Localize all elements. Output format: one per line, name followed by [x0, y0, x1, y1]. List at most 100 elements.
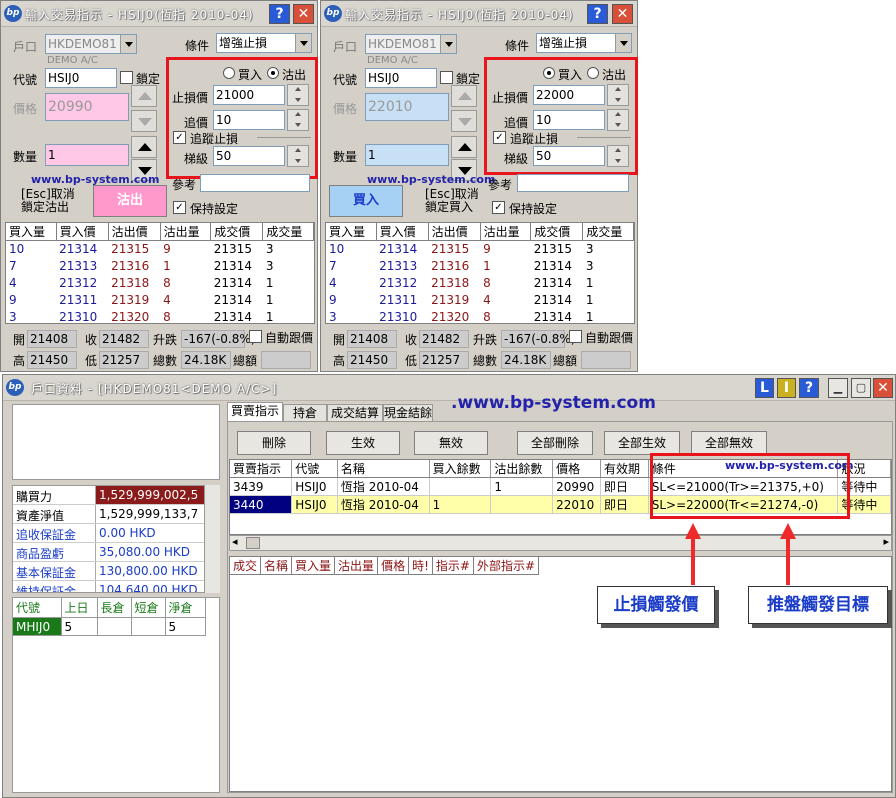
order-header[interactable]: 名稱 — [337, 460, 430, 478]
depth-header[interactable]: 成交價 — [210, 223, 264, 241]
position-header[interactable]: 代號 — [13, 598, 62, 618]
table-row[interactable]: 7 21313 21316 1 21314 3 — [6, 258, 314, 275]
table-row[interactable]: 9 21311 21319 4 21314 1 — [6, 292, 314, 309]
account-select[interactable]: HKDEMO81 — [45, 34, 137, 54]
table-row[interactable]: 9 21311 21319 4 21314 1 — [326, 292, 634, 309]
close-button[interactable]: ✕ — [293, 4, 314, 24]
order-header[interactable]: 有效期 — [600, 460, 649, 478]
help-button[interactable]: ? — [799, 378, 819, 398]
order-header[interactable]: 價格 — [552, 460, 601, 478]
position-header[interactable]: 上日 — [61, 598, 98, 618]
trade-header[interactable]: 外部指示# — [473, 557, 540, 575]
tab-3[interactable]: 現金結餘 — [383, 404, 433, 422]
qty-up-button[interactable] — [131, 136, 157, 158]
qty-up-button[interactable] — [451, 136, 477, 158]
action-button-1[interactable]: 生效 — [326, 431, 400, 455]
condition-select[interactable]: 增強止損 — [216, 33, 312, 53]
auto-follow-checkbox[interactable] — [569, 330, 582, 343]
help-button[interactable]: ? — [587, 4, 608, 24]
l-button[interactable]: L — [755, 378, 774, 398]
trade-header[interactable]: 成交 — [230, 557, 262, 575]
condition-select[interactable]: 增強止損 — [536, 33, 632, 53]
tab-2[interactable]: 成交結算 — [327, 404, 383, 422]
position-cell[interactable]: MHIJ0 — [13, 617, 62, 636]
price-input[interactable]: 20990 — [45, 93, 129, 121]
depth-header[interactable]: 成交價 — [530, 223, 584, 241]
table-row[interactable]: 3 21310 21320 8 21314 1 — [6, 309, 314, 326]
title-bar[interactable]: bp 輸入交易指示 - HSIJ0(恆指 2010-04) ? ✕ — [321, 1, 637, 27]
minimize-button[interactable]: ▁ — [828, 378, 848, 398]
qty-input[interactable]: 1 — [45, 144, 129, 166]
action-button-4[interactable]: 全部生效 — [604, 431, 680, 455]
trade-header[interactable]: 指示# — [432, 557, 474, 575]
price-up-button[interactable] — [451, 85, 477, 107]
table-row[interactable]: 4 21312 21318 8 21314 1 — [326, 275, 634, 292]
price-down-button[interactable] — [131, 110, 157, 132]
order-header[interactable]: 沽出餘數 — [490, 460, 554, 478]
depth-header[interactable]: 沽出價 — [108, 223, 161, 241]
keep-checkbox[interactable]: ✓ — [173, 201, 186, 214]
trade-header[interactable]: 價格 — [377, 557, 410, 575]
position-header[interactable]: 短倉 — [131, 598, 166, 618]
ref-input[interactable] — [517, 174, 629, 192]
position-header[interactable]: 淨倉 — [165, 598, 206, 618]
order-header[interactable]: 買賣指示 — [230, 460, 293, 478]
table-row[interactable]: 3 21310 21320 8 21314 1 — [326, 309, 634, 326]
buy-button[interactable]: 買入 — [329, 185, 403, 217]
qty-input[interactable]: 1 — [365, 144, 449, 166]
i-button[interactable]: I — [777, 378, 796, 398]
trade-header[interactable]: 名稱 — [260, 557, 293, 575]
scroll-thumb[interactable] — [246, 537, 260, 549]
info-value: 1,529,999,133,7 — [95, 505, 205, 523]
depth-header[interactable]: 買入價 — [56, 223, 109, 241]
depth-header[interactable]: 成交量 — [582, 223, 634, 241]
table-row[interactable]: 4 21312 21318 8 21314 1 — [6, 275, 314, 292]
action-button-2[interactable]: 無效 — [414, 431, 488, 455]
chevron-left-icon[interactable]: ◂ — [232, 535, 238, 548]
depth-header[interactable]: 買入價 — [376, 223, 429, 241]
trade-header[interactable]: 買入量 — [291, 557, 336, 575]
title-bar[interactable]: bp 戶口資料 - [HKDEMO81<DEMO A/C>] L I ? ▁ ▢… — [3, 375, 895, 401]
title-bar[interactable]: bp 輸入交易指示 - HSIJ0(恆指 2010-04) ? ✕ — [1, 1, 317, 27]
depth-header[interactable]: 買入量 — [326, 223, 377, 241]
trade-header[interactable]: 時! — [408, 557, 433, 575]
help-button[interactable]: ? — [269, 4, 290, 24]
depth-header[interactable]: 成交量 — [262, 223, 314, 241]
code-input[interactable]: HSIJ0 — [365, 68, 437, 88]
price-up-button[interactable] — [131, 85, 157, 107]
chevron-right-icon[interactable]: ▸ — [883, 535, 889, 548]
close-button[interactable]: ✕ — [612, 4, 633, 24]
maximize-button[interactable]: ▢ — [851, 378, 871, 398]
trade-header[interactable]: 沽出量 — [334, 557, 379, 575]
account-select[interactable]: HKDEMO81 — [365, 34, 457, 54]
ref-label: 參考 — [172, 178, 197, 192]
tab-0[interactable]: 買賣指示 — [227, 402, 283, 422]
price-down-button[interactable] — [451, 110, 477, 132]
info-scrollbar[interactable] — [204, 485, 220, 593]
ref-input[interactable] — [200, 174, 310, 192]
action-button-3[interactable]: 全部刪除 — [517, 431, 593, 455]
depth-header[interactable]: 沽出量 — [160, 223, 212, 241]
table-row[interactable]: 10 21314 21315 9 21315 3 — [6, 241, 314, 258]
lock-checkbox[interactable] — [120, 71, 133, 84]
table-row[interactable]: 7 21313 21316 1 21314 3 — [326, 258, 634, 275]
close-button[interactable]: ✕ — [873, 378, 893, 398]
sell-button[interactable]: 沽出 — [93, 185, 167, 217]
auto-follow-checkbox[interactable] — [249, 330, 262, 343]
lock-checkbox[interactable] — [440, 71, 453, 84]
position-header[interactable]: 長倉 — [97, 598, 132, 618]
depth-header[interactable]: 沽出量 — [480, 223, 532, 241]
order-header[interactable]: 代號 — [291, 460, 338, 478]
keep-checkbox[interactable]: ✓ — [492, 201, 505, 214]
keep-label: 保持設定 — [509, 202, 558, 216]
tab-1[interactable]: 持倉 — [283, 404, 327, 422]
action-button-5[interactable]: 全部無效 — [691, 431, 767, 455]
price-input[interactable]: 22010 — [365, 93, 449, 121]
depth-header[interactable]: 買入量 — [6, 223, 57, 241]
order-header[interactable]: 買入餘數 — [429, 460, 492, 478]
table-row[interactable]: 10 21314 21315 9 21315 3 — [326, 241, 634, 258]
action-button-0[interactable]: 刪除 — [237, 431, 311, 455]
depth-header[interactable]: 沽出價 — [428, 223, 481, 241]
code-input[interactable]: HSIJ0 — [45, 68, 117, 88]
vol-label: 總數 — [473, 354, 498, 368]
